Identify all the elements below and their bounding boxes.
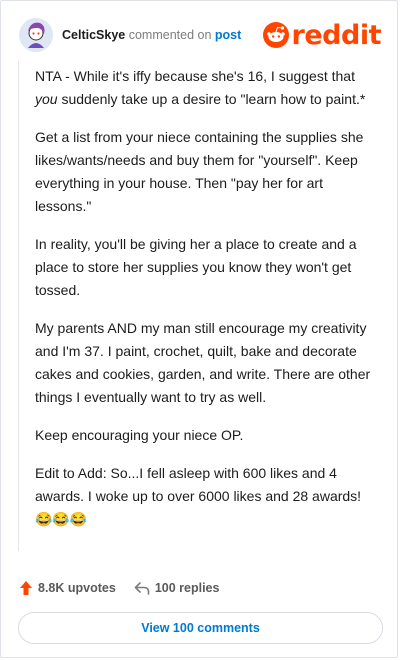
comment-byline: CelticSkye commented on post [62,28,241,42]
thread-line [18,61,19,551]
upvote-count: 8.8K upvotes [38,581,116,595]
reddit-wordmark: reddit [291,19,382,51]
snoo-avatar-icon [19,18,53,52]
post-link[interactable]: post [215,28,241,42]
comment-paragraph: In reality, you'll be giving her a place… [35,236,357,298]
comment-header: CelticSkye commented on post reddit [19,15,382,55]
comment-paragraph: Get a list from your niece containing th… [35,129,364,214]
reddit-logo[interactable]: reddit [262,19,382,51]
comment-paragraph: My parents AND my man still encourage my… [35,320,371,405]
avatar[interactable] [19,18,53,52]
comment-paragraph: Keep encouraging your niece OP. [35,427,244,443]
reply-count: 100 replies [154,581,220,595]
comment-body: NTA - While it's iffy because she's 16, … [35,65,375,546]
comment-footer: 8.8K upvotes 100 replies [19,577,237,599]
reply-arrow-icon [134,582,150,595]
emphasis-text: you [35,91,58,107]
reddit-snoo-icon [262,22,289,48]
comment-card: CelticSkye commented on post reddit NTA … [0,0,398,658]
upvote-arrow-icon [20,581,32,595]
action-text: commented on [128,28,212,42]
comment-paragraph: NTA - While it's iffy because she's 16, … [35,68,366,107]
upvote-button[interactable]: 8.8K upvotes [19,580,116,596]
username[interactable]: CelticSkye [62,28,125,42]
comment-paragraph: Edit to Add: So...I fell asleep with 600… [35,465,362,527]
view-comments-button[interactable]: View 100 comments [18,612,383,644]
reply-button[interactable]: 100 replies [134,581,220,595]
